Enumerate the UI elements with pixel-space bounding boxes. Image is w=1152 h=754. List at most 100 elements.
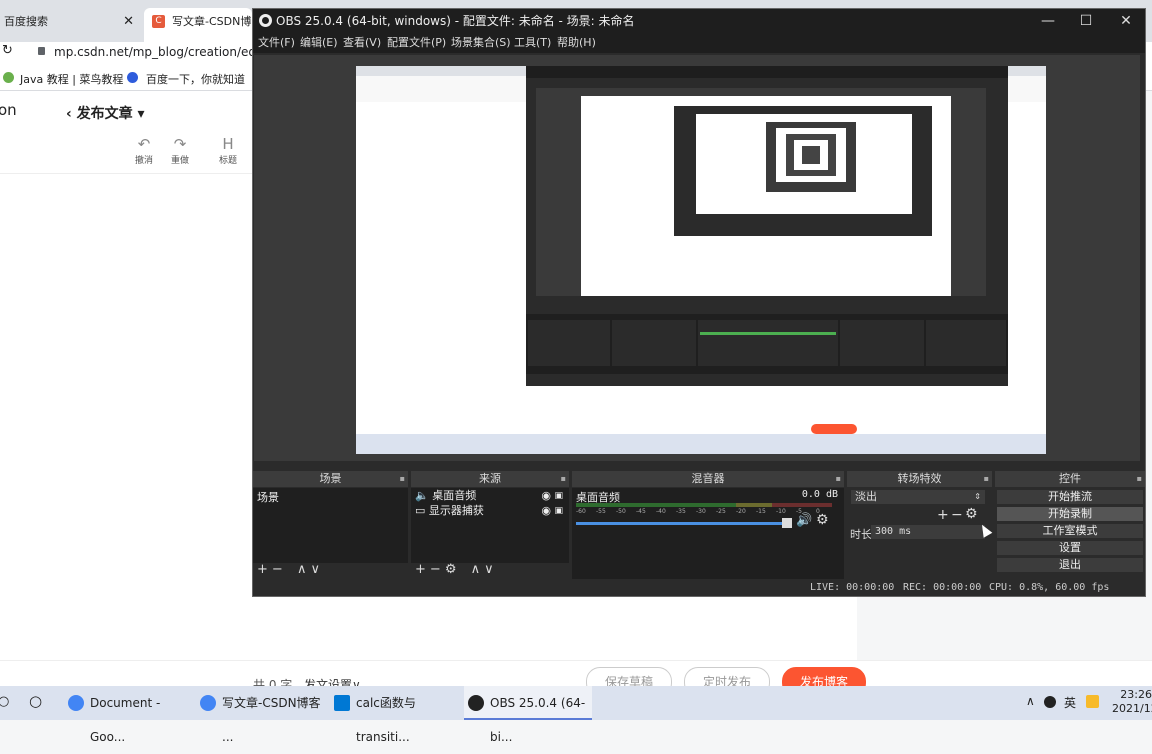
menu-help[interactable]: 帮助(H) [557, 33, 596, 53]
app-tray-icon[interactable] [1086, 695, 1099, 708]
meter-tick-label: -10 [776, 508, 786, 515]
volume-slider[interactable] [576, 522, 790, 525]
display-capture-preview [356, 66, 1046, 454]
taskbar-label: Document - Goo... [90, 696, 161, 744]
move-up-icon[interactable]: ∧ [471, 562, 481, 577]
dock-float-icon[interactable]: ▪ [836, 471, 841, 487]
speaker-mute-icon[interactable]: 🔊 [796, 513, 812, 528]
chrome-icon [200, 695, 216, 711]
settings-button[interactable]: 设置 [997, 541, 1143, 555]
dock-float-icon[interactable]: ▪ [561, 471, 566, 487]
undo-icon: ↶ [137, 135, 151, 153]
source-item[interactable]: 🔈 桌面音频 ◉ ▣ [415, 489, 565, 503]
csdn-favicon-icon: C [152, 15, 165, 28]
remove-icon[interactable]: − [272, 562, 283, 577]
move-down-icon[interactable]: ∨ [310, 562, 320, 577]
sources-toolbar: + − ⚙ ∧ ∨ [411, 563, 569, 579]
maximize-icon[interactable]: ☐ [1067, 9, 1105, 33]
preview-area[interactable] [254, 55, 1140, 461]
menu-scene-collection[interactable]: 场景集合(S) [451, 33, 511, 53]
add-icon[interactable]: + [937, 507, 949, 523]
menu-bar: 文件(F) 编辑(E) 查看(V) 配置文件(P) 场景集合(S) 工具(T) … [253, 33, 1145, 53]
scenes-list[interactable]: 场景 [253, 488, 408, 563]
meter-tick-label: -20 [736, 508, 746, 515]
remove-icon[interactable]: − [951, 507, 963, 523]
system-tray: ∧ 英 23:26 2021/12 [1022, 686, 1152, 720]
dock-float-icon[interactable]: ▪ [984, 471, 989, 487]
browser-tab-baidu[interactable]: 百度搜索 ✕ [0, 8, 142, 42]
source-label: 显示器捕获 [428, 504, 484, 517]
bookmark-baidu[interactable]: 百度一下，你就知道 [146, 71, 245, 87]
page-title-text: 发布文章 [76, 106, 133, 122]
url-text[interactable]: mp.csdn.net/mp_blog/creation/edit [54, 45, 264, 59]
dock-float-icon[interactable]: ▪ [1137, 471, 1142, 487]
menu-tools[interactable]: 工具(T) [514, 33, 551, 53]
meter-tick-label: -30 [696, 508, 706, 515]
move-up-icon[interactable]: ∧ [297, 562, 307, 577]
scenes-toolbar: + − ∧ ∨ [253, 563, 408, 579]
transition-select[interactable]: 淡出 ⇕ [851, 490, 985, 504]
scenes-dock-header: 场景 ▪ [253, 471, 408, 487]
sources-title: 来源 [479, 472, 501, 485]
visibility-eye-icon[interactable]: ◉ [541, 489, 551, 503]
menu-view[interactable]: 查看(V) [343, 33, 381, 53]
redo-icon: ↷ [173, 135, 187, 153]
runoob-icon [3, 72, 14, 83]
chevron-up-icon[interactable]: ∧ [1026, 694, 1035, 708]
taskbar-chrome-document[interactable]: Document - Goo... [64, 686, 190, 744]
move-down-icon[interactable]: ∨ [484, 562, 494, 577]
lock-icon[interactable]: ▣ [554, 504, 563, 518]
sources-list[interactable]: 🔈 桌面音频 ◉ ▣ ▭ 显示器捕获 ◉ ▣ [411, 488, 569, 563]
undo-button[interactable]: ↶ 撤消 [130, 135, 158, 166]
obs-tray-icon[interactable] [1044, 696, 1056, 708]
live-timer: LIVE: 00:00:00 [810, 582, 895, 593]
chrome-icon [68, 695, 84, 711]
remove-icon[interactable]: − [430, 562, 441, 577]
transition-selected: 淡出 [855, 490, 877, 503]
heading-button[interactable]: H 标题 [214, 135, 242, 166]
page-title[interactable]: ‹ 发布文章 ▾ [66, 103, 145, 123]
transitions-title: 转场特效 [897, 472, 942, 485]
source-item[interactable]: ▭ 显示器捕获 ◉ ▣ [415, 504, 565, 518]
cortana-icon[interactable]: ○ [29, 692, 42, 710]
gear-icon[interactable]: ⚙ [965, 506, 978, 522]
clock[interactable]: 23:26 2021/12 [1112, 688, 1152, 716]
browser-tab-csdn[interactable]: C 写文章-CSDN博客 [144, 8, 252, 56]
minimize-icon[interactable]: — [1029, 9, 1067, 33]
taskbar-obs[interactable]: OBS 25.0.4 (64-bi... [464, 686, 592, 744]
taskbar-vscode[interactable]: calc函数与transiti... [330, 686, 460, 744]
redo-button[interactable]: ↷ 重做 [166, 135, 194, 166]
lock-icon[interactable]: ▣ [554, 489, 563, 503]
add-icon[interactable]: + [257, 562, 268, 577]
scenes-dock: 场景 ▪ 场景 + − ∧ ∨ [253, 471, 408, 579]
gear-icon[interactable]: ⚙ [816, 512, 829, 528]
bookmark-runoob[interactable]: Java 教程 | 菜鸟教程 [20, 71, 123, 87]
add-icon[interactable]: + [415, 562, 426, 577]
scene-item[interactable]: 场景 [257, 489, 279, 505]
search-icon[interactable]: ○ [0, 694, 9, 709]
duration-input[interactable]: 300 ms [871, 525, 985, 539]
status-bar: LIVE: 00:00:00 REC: 00:00:00 CPU: 0.8%, … [253, 580, 1145, 596]
volume-slider-handle[interactable] [782, 518, 792, 528]
menu-profile[interactable]: 配置文件(P) [387, 33, 446, 53]
menu-edit[interactable]: 编辑(E) [300, 33, 338, 53]
editor-canvas[interactable] [0, 174, 252, 660]
dock-float-icon[interactable]: ▪ [400, 471, 405, 487]
taskbar-chrome-csdn[interactable]: 写文章-CSDN博客 ... [196, 686, 324, 744]
close-tab-icon[interactable]: ✕ [123, 8, 134, 36]
csdn-logo: on [0, 101, 17, 119]
start-streaming-button[interactable]: 开始推流 [997, 490, 1143, 504]
menu-file[interactable]: 文件(F) [258, 33, 295, 53]
clock-time: 23:26 [1120, 688, 1152, 701]
start-recording-button[interactable]: 开始录制 [997, 507, 1143, 521]
meter-tick-label: -35 [676, 508, 686, 515]
ime-indicator[interactable]: 英 [1064, 694, 1076, 711]
recursive-screen-capture [356, 66, 1046, 454]
exit-button[interactable]: 退出 [997, 558, 1143, 572]
close-icon[interactable]: ✕ [1107, 9, 1145, 33]
studio-mode-button[interactable]: 工作室模式 [997, 524, 1143, 538]
visibility-eye-icon[interactable]: ◉ [541, 504, 551, 518]
sources-dock-header: 来源 ▪ [411, 471, 569, 487]
gear-icon[interactable]: ⚙ [445, 562, 457, 577]
reload-icon[interactable]: ↻ [2, 43, 13, 58]
